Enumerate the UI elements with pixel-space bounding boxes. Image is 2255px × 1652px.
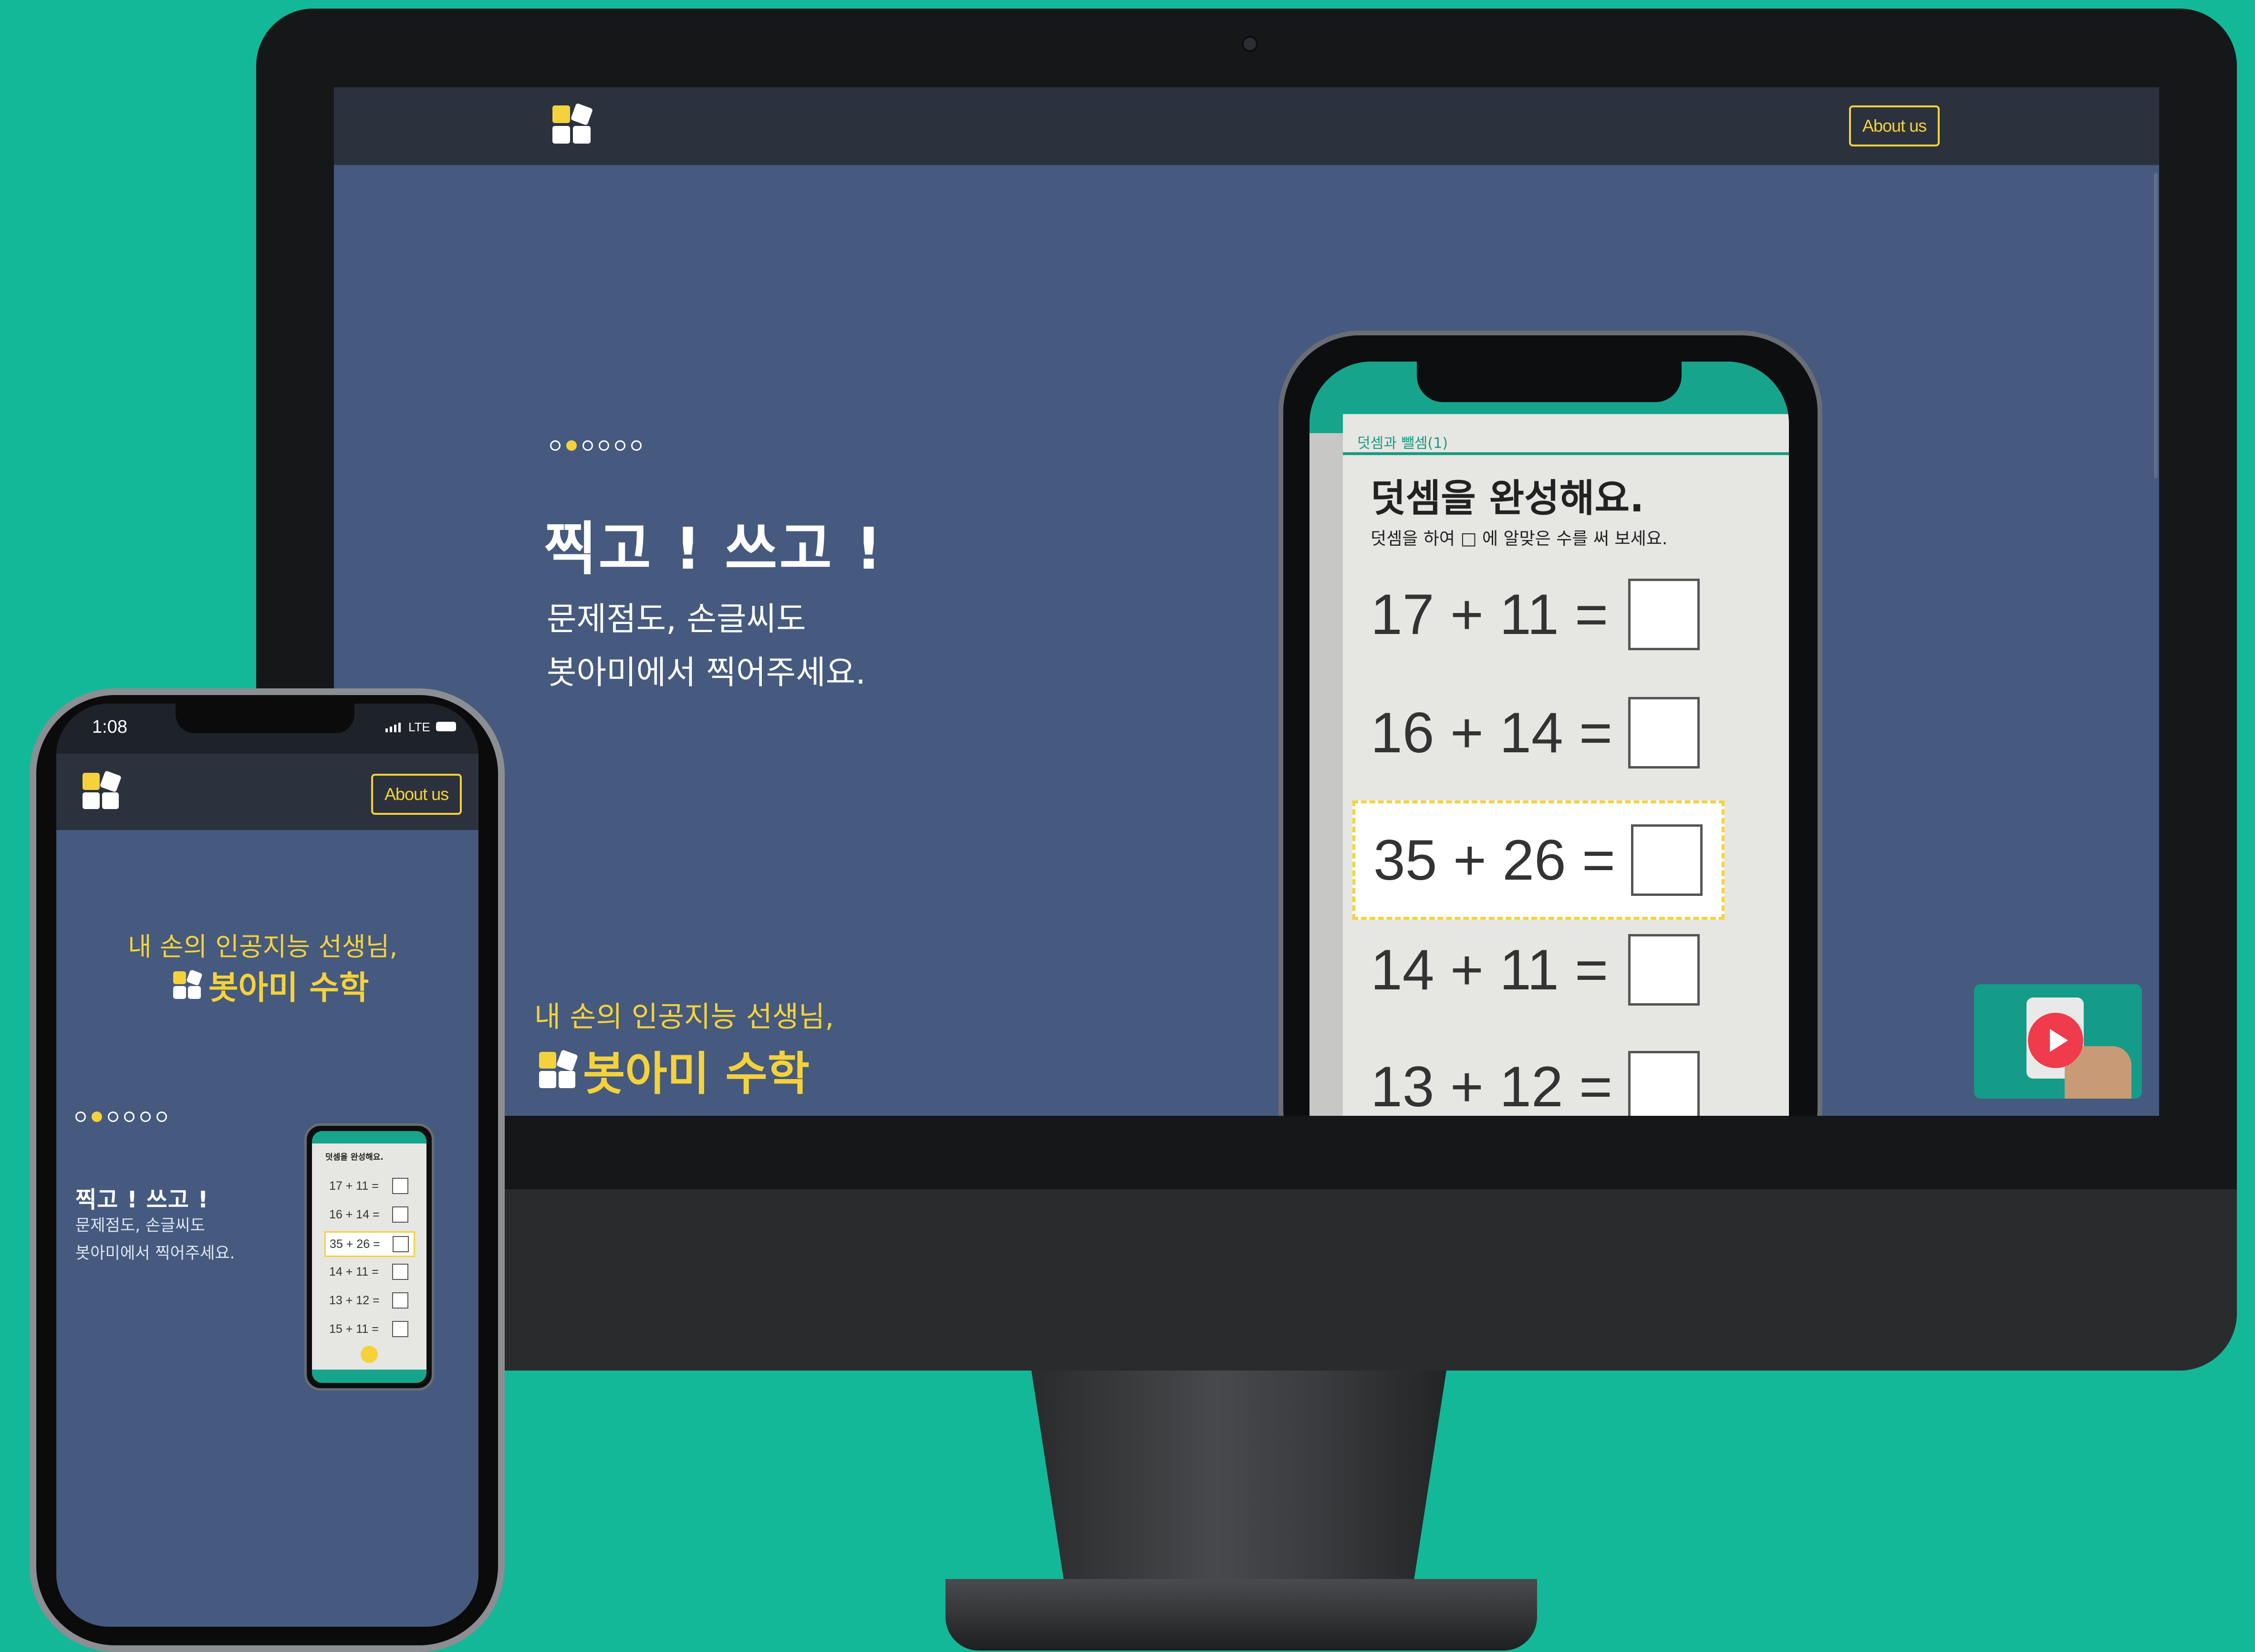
mini-equation-text: 35 + 26 = (330, 1237, 380, 1251)
slider-dot[interactable] (631, 440, 642, 451)
logo-icon[interactable] (552, 103, 593, 144)
mini-answer-box (392, 1206, 408, 1223)
desktop-navbar: About us (334, 87, 2159, 165)
equation-text: 13 + 12 = (1371, 1055, 1613, 1116)
mini-equation-text: 14 + 11 = (329, 1265, 379, 1278)
worksheet-header-tag: 덧셈과 뺄셈(1) (1357, 435, 1448, 452)
slider-dot[interactable] (140, 1112, 151, 1122)
status-time: 1:08 (92, 717, 127, 737)
mobile-tagline: 내 손의 인공지능 선생님, (128, 932, 398, 962)
slider-dot[interactable] (615, 440, 625, 451)
slider-dot[interactable] (124, 1112, 135, 1122)
mini-bottombar (312, 1370, 426, 1383)
mini-equation-row: 17 + 11 = (329, 1178, 408, 1194)
monitor-camera (1242, 36, 1258, 52)
equation-text: 16 + 14 = (1371, 701, 1613, 765)
slider-dot[interactable] (156, 1112, 167, 1122)
status-bar: 1:08 LTE (56, 704, 478, 754)
equation-row: 14 + 11 = (1371, 932, 1700, 1008)
equation-row: 13 + 12 = (1371, 1049, 1700, 1116)
slider-dot[interactable] (108, 1112, 118, 1122)
worksheet-title: 덧셈을 완성해요. (1371, 476, 1644, 520)
tagline: 내 손의 인공지능 선생님, (534, 1000, 834, 1034)
slider-dot-active[interactable] (566, 440, 577, 451)
mini-equation-row: 16 + 14 = (329, 1206, 408, 1223)
mini-answer-box (392, 1292, 408, 1309)
answer-box[interactable] (1628, 697, 1700, 769)
hero-subtitle-2: 봇아미에서 찍어주세요. (547, 654, 866, 692)
hero-subtitle-1: 문제점도, 손글씨도 (547, 601, 806, 638)
worksheet-divider (1343, 452, 1789, 455)
desktop-screen: About us 찍고 ! 쓰고 ! 문제점도, 손글씨도 봇아미에서 찍어주세… (334, 87, 2159, 1116)
equation-text: 17 + 11 = (1371, 582, 1609, 646)
equation-row: 17 + 11 = (1371, 576, 1700, 653)
mini-shutter-button (361, 1346, 378, 1363)
slider-dot[interactable] (582, 440, 593, 451)
phone-mockup-screen: 덧셈과 뺄셈(1) 덧셈을 완성해요. 덧셈을 하여 □ 에 알맞은 수를 써 … (1309, 362, 1789, 1116)
slider-dot[interactable] (599, 440, 609, 451)
monitor-chin (256, 1189, 2237, 1371)
worksheet-paper: 덧셈과 뺄셈(1) 덧셈을 완성해요. 덧셈을 하여 □ 에 알맞은 수를 써 … (1343, 414, 1789, 1116)
worksheet-instruction: 덧셈을 하여 □ 에 알맞은 수를 써 보세요. (1371, 529, 1668, 549)
mobile-logo-icon[interactable] (83, 770, 122, 809)
mini-equation-row: 13 + 12 = (329, 1292, 408, 1309)
monitor-stand-base (946, 1579, 1537, 1651)
mobile-hero-subtitle-2: 봇아미에서 찍어주세요. (75, 1244, 235, 1263)
phone-notch (1417, 362, 1682, 402)
video-thumbnail[interactable] (1974, 984, 2142, 1099)
equation-text: 14 + 11 = (1371, 938, 1609, 1002)
equation-row: 16 + 14 = (1371, 695, 1700, 771)
network-label: LTE (408, 720, 430, 734)
brand-name: 봇아미 수학 (583, 1047, 810, 1101)
signal-icon (385, 723, 401, 732)
mobile-brand-line: 봇아미 수학 (173, 961, 369, 1008)
mini-equation-row: 15 + 11 = (329, 1321, 408, 1337)
battery-icon (436, 722, 456, 731)
slider-dot[interactable] (550, 440, 561, 451)
answer-box[interactable] (1628, 1051, 1700, 1116)
hero-title: 찍고 ! 쓰고 ! (544, 516, 884, 582)
mini-answer-box (392, 1178, 408, 1194)
mobile-brand-logo-icon (173, 969, 203, 999)
mini-equation-row-highlighted: 35 + 26 = (324, 1231, 415, 1257)
slider-dot-active[interactable] (92, 1112, 102, 1122)
equation-row-highlighted: 35 + 26 = (1352, 800, 1725, 920)
slider-dots (550, 440, 642, 451)
mobile-phone-mockup-screen: 덧셈을 완성해요. 17 + 11 = 16 + 14 = 35 + 26 = … (312, 1131, 426, 1383)
mini-topbar (312, 1131, 426, 1143)
play-icon[interactable] (2028, 1013, 2083, 1068)
answer-box[interactable] (1628, 579, 1700, 650)
mini-equation-row: 14 + 11 = (329, 1264, 408, 1280)
mini-answer-box (393, 1236, 409, 1252)
brand-line: 봇아미 수학 (539, 1037, 810, 1103)
answer-box[interactable] (1631, 824, 1703, 896)
slider-dot[interactable] (75, 1112, 86, 1122)
brand-logo-icon (539, 1049, 578, 1088)
mini-equation-text: 15 + 11 = (329, 1322, 379, 1336)
mobile-hero-subtitle-1: 문제점도, 손글씨도 (75, 1216, 205, 1235)
equation-text: 35 + 26 = (1373, 828, 1616, 892)
mobile-about-us-button[interactable]: About us (371, 774, 462, 815)
mini-answer-box (392, 1264, 408, 1280)
mini-equation-text: 17 + 11 = (329, 1179, 379, 1193)
answer-box[interactable] (1628, 934, 1700, 1006)
mini-answer-box (392, 1321, 408, 1337)
mini-worksheet-title: 덧셈을 완성해요. (325, 1153, 384, 1162)
mobile-slider-dots (75, 1112, 167, 1122)
mobile-navbar: About us (56, 754, 478, 830)
mobile-screen: 1:08 LTE About us 내 손의 인공지능 선생님, 봇아미 수학 (56, 704, 478, 1627)
monitor-stand (1031, 1371, 1446, 1585)
about-us-button[interactable]: About us (1849, 105, 1940, 146)
mini-equation-text: 16 + 14 = (329, 1207, 380, 1221)
scrollbar[interactable] (2154, 173, 2158, 478)
mini-equation-text: 13 + 12 = (329, 1293, 380, 1307)
mobile-brand-name: 봇아미 수학 (208, 969, 369, 1007)
mobile-notch (176, 704, 354, 733)
mobile-hero-title: 찍고 ! 쓰고 ! (75, 1186, 209, 1213)
